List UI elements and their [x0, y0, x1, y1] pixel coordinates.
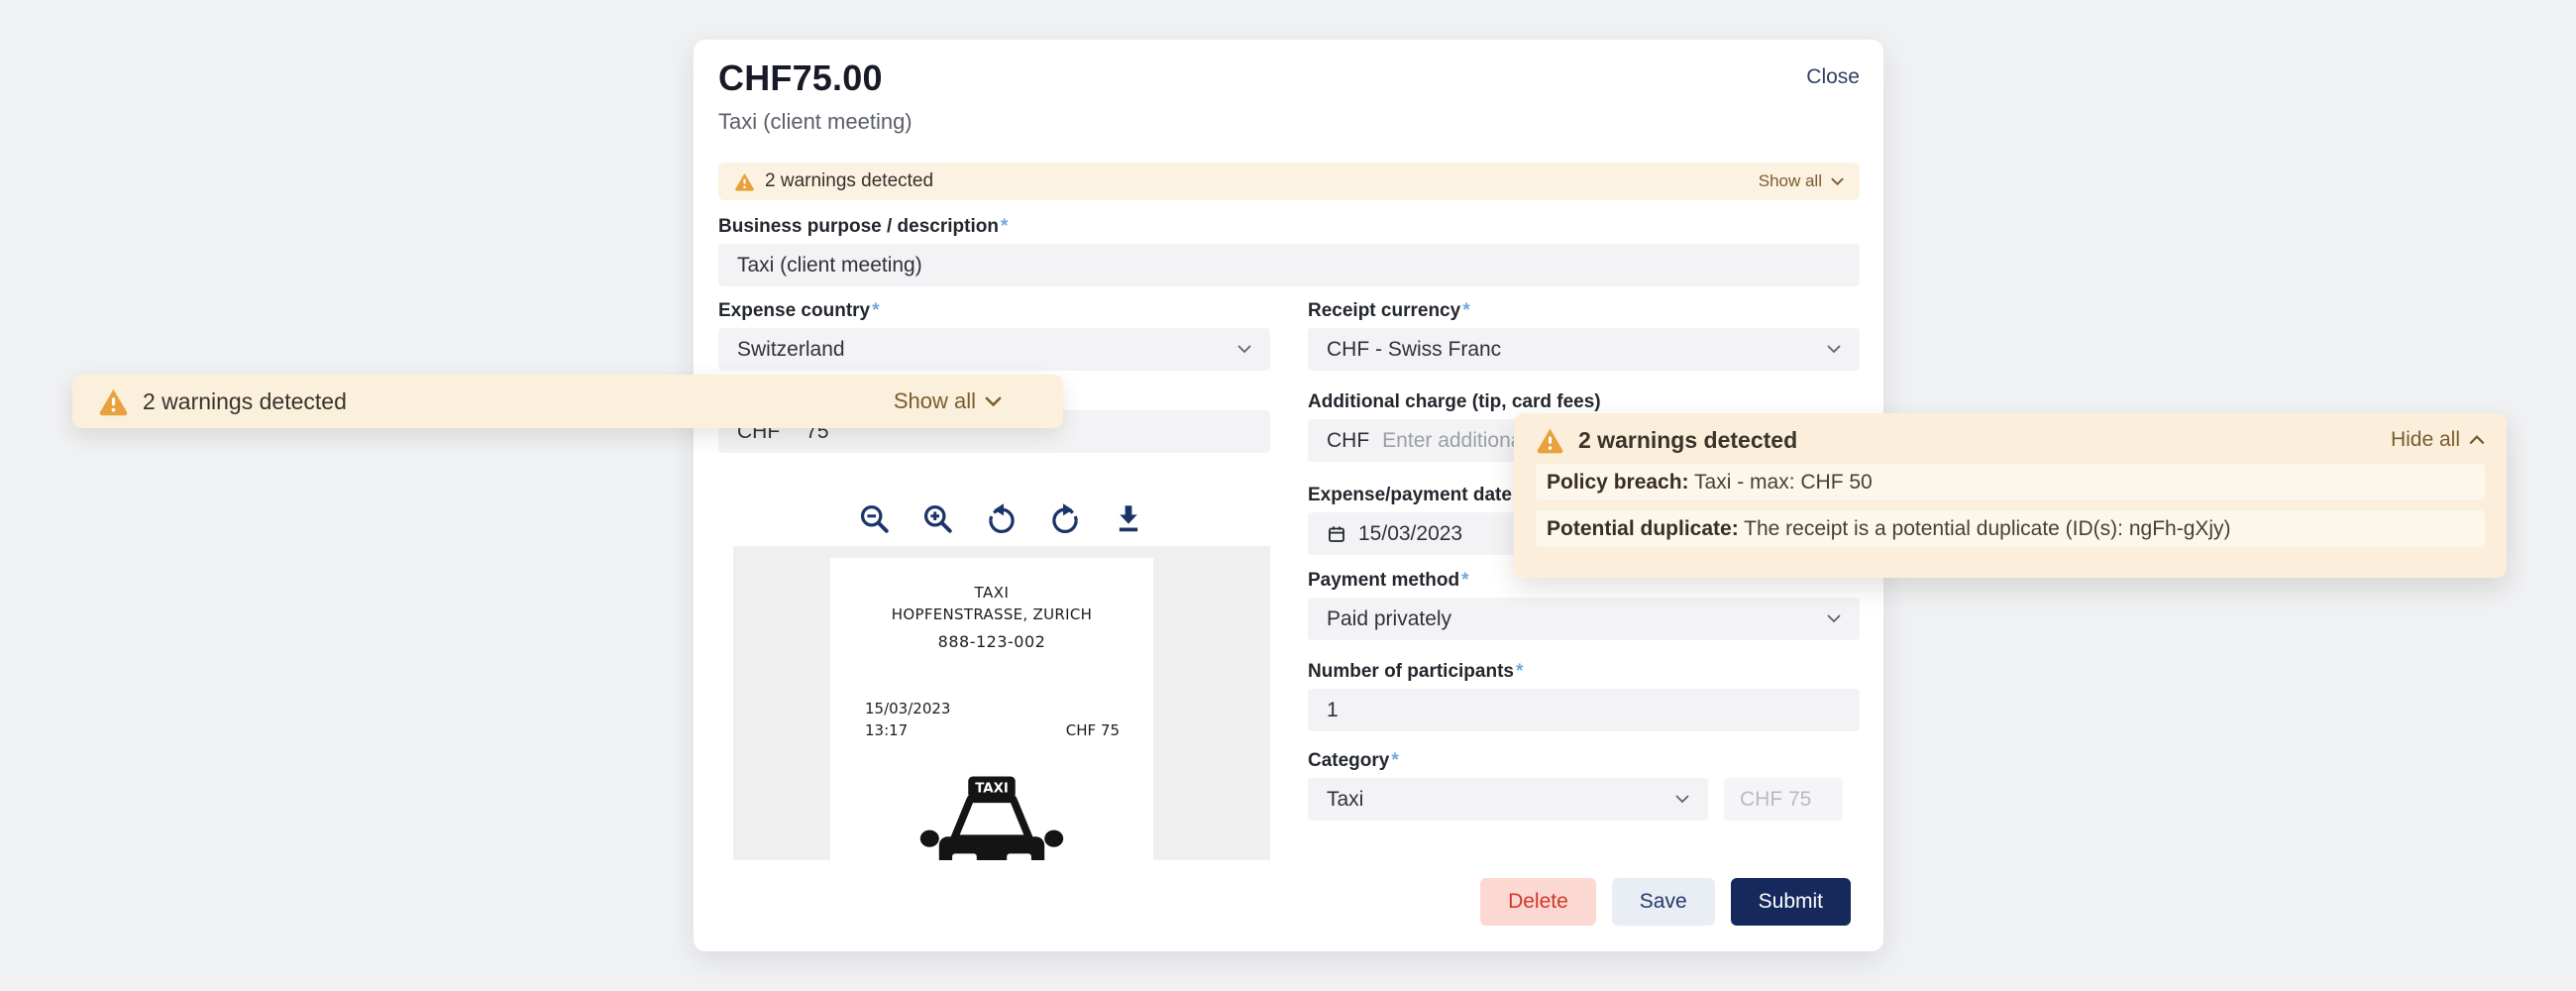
warnings-count-text: 2 warnings detected: [143, 388, 347, 415]
business-purpose-input[interactable]: Taxi (client meeting): [718, 244, 1860, 286]
warnings-popup: 2 warnings detected Hide all Policy brea…: [1514, 413, 2507, 578]
delete-button[interactable]: Delete: [1480, 878, 1596, 926]
category-limit-hint: CHF 75: [1724, 778, 1843, 821]
rotate-left-icon[interactable]: [985, 502, 1019, 536]
action-buttons: Delete Save Submit: [1480, 878, 1851, 926]
receipt-date: 15/03/2023: [865, 698, 950, 719]
required-asterisk: *: [1462, 300, 1469, 321]
right-column: Receipt currency* CHF - Swiss Franc Addi…: [1308, 300, 1860, 860]
warnings-count-text: 2 warnings detected: [1578, 427, 1797, 454]
required-asterisk: *: [1391, 750, 1398, 771]
warning-triangle-icon: [734, 171, 755, 191]
page-title: CHF75.00: [718, 57, 883, 99]
additional-charge-label: Additional charge (tip, card fees): [1308, 391, 1860, 413]
currency-prefix: CHF: [1327, 429, 1369, 453]
required-asterisk: *: [872, 300, 879, 321]
expense-country-select[interactable]: Switzerland: [718, 328, 1270, 371]
receipt-currency-group: Receipt currency* CHF - Swiss Franc: [1308, 300, 1860, 371]
chevron-down-icon: [1827, 345, 1841, 354]
expense-country-group: Expense country* Switzerland: [718, 300, 1270, 371]
warning-triangle-icon: [98, 386, 129, 416]
calendar-icon: [1327, 524, 1346, 544]
warning-triangle-icon: [1536, 426, 1564, 454]
participants-group: Number of participants* 1: [1308, 661, 1860, 731]
warning-item-potential-duplicate: Potential duplicate: The receipt is a po…: [1536, 510, 2485, 547]
receipt-time: 13:17: [865, 719, 950, 741]
chevron-down-icon: [1237, 345, 1251, 354]
close-button[interactable]: Close: [1806, 65, 1860, 89]
zoom-out-icon[interactable]: [858, 502, 892, 536]
participants-label: Number of participants*: [1308, 661, 1860, 683]
category-label: Category*: [1308, 750, 1860, 772]
receipt-currency-label: Receipt currency*: [1308, 300, 1860, 322]
chevron-up-icon: [2469, 435, 2485, 445]
show-all-button[interactable]: Show all: [894, 388, 1002, 414]
show-all-button[interactable]: Show all: [1759, 171, 1844, 191]
chevron-down-icon: [1831, 177, 1844, 186]
warnings-popup-header: 2 warnings detected Hide all: [1536, 426, 2485, 454]
hide-all-button[interactable]: Hide all: [2391, 428, 2485, 452]
receipt-merchant: TAXI: [830, 584, 1153, 602]
payment-method-select[interactable]: Paid privately: [1308, 598, 1860, 640]
taxi-icon: TAXI: [830, 773, 1153, 860]
warnings-count-text: 2 warnings detected: [765, 170, 933, 192]
receipt-viewer: TAXI HOPFENSTRASSE, ZURICH 888-123-002 1…: [733, 546, 1270, 860]
save-button[interactable]: Save: [1612, 878, 1715, 926]
business-purpose-label: Business purpose / description*: [718, 216, 1860, 238]
rotate-right-icon[interactable]: [1048, 502, 1082, 536]
required-asterisk: *: [1001, 216, 1008, 237]
required-asterisk: *: [1461, 570, 1468, 591]
receipt-phone: 888-123-002: [830, 632, 1153, 651]
chevron-down-icon: [985, 396, 1002, 407]
expense-country-label: Expense country*: [718, 300, 1270, 322]
chevron-down-icon: [1827, 614, 1841, 623]
zoom-in-icon[interactable]: [921, 502, 955, 536]
receipt-meta: 15/03/2023 13:17 CHF 75: [830, 698, 1153, 741]
receipt-toolbar: [733, 502, 1270, 536]
participants-input[interactable]: 1: [1308, 689, 1860, 731]
category-group: Category* Taxi CHF 75: [1308, 750, 1860, 821]
warning-item-policy-breach: Policy breach: Taxi - max: CHF 50: [1536, 464, 2485, 500]
receipt-amount: CHF 75: [1066, 719, 1120, 741]
receipt-preview: TAXI HOPFENSTRASSE, ZURICH 888-123-002 1…: [830, 558, 1153, 860]
download-icon[interactable]: [1112, 502, 1145, 536]
floating-warnings-banner: 2 warnings detected Show all: [72, 375, 1063, 428]
chevron-down-icon: [1675, 795, 1689, 804]
receipt-currency-select[interactable]: CHF - Swiss Franc: [1308, 328, 1860, 371]
expense-subtitle: Taxi (client meeting): [718, 109, 1860, 135]
warnings-banner-top: 2 warnings detected Show all: [718, 163, 1860, 200]
svg-text:TAXI: TAXI: [975, 782, 1009, 797]
category-select[interactable]: Taxi: [1308, 778, 1708, 821]
required-asterisk: *: [1516, 661, 1523, 682]
payment-method-group: Payment method* Paid privately: [1308, 570, 1860, 640]
modal-header: CHF75.00 Close: [718, 57, 1860, 99]
submit-button[interactable]: Submit: [1731, 878, 1851, 926]
business-purpose-group: Business purpose / description* Taxi (cl…: [718, 216, 1860, 286]
receipt-address: HOPFENSTRASSE, ZURICH: [830, 606, 1153, 623]
